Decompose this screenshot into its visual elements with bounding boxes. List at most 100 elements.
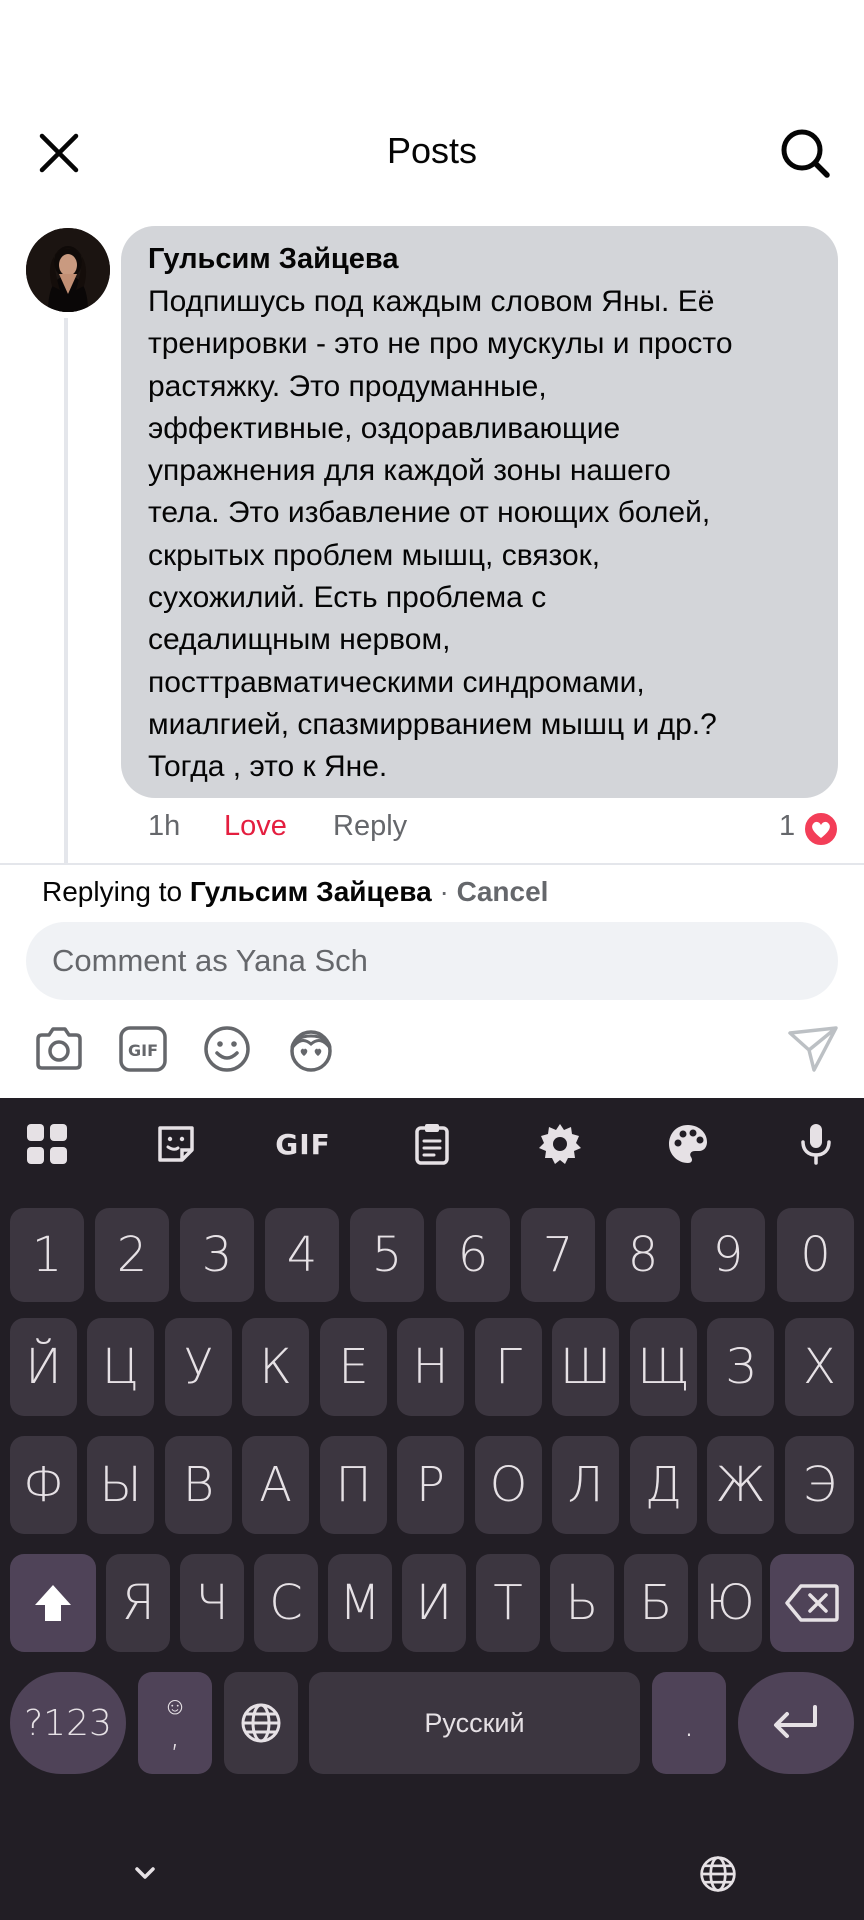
comment-input[interactable] <box>26 922 838 1000</box>
comment-line: эффективные, оздоравливающие <box>148 411 621 445</box>
key-letter[interactable]: К <box>242 1318 309 1416</box>
replying-name: Гульсим Зайцева <box>189 876 432 907</box>
key-letter[interactable]: Щ <box>630 1318 697 1416</box>
key-letter[interactable]: Р <box>397 1436 464 1534</box>
keyboard: GIF 1 2 3 4 5 6 7 8 9 0 Й Ц У К Е Н Г Ш … <box>0 1098 864 1920</box>
clipboard-icon[interactable] <box>408 1120 456 1168</box>
key-letter[interactable]: А <box>242 1436 309 1534</box>
key-0[interactable]: 0 <box>777 1208 854 1302</box>
symbols-key[interactable]: ?123 <box>10 1672 126 1774</box>
key-9[interactable]: 9 <box>691 1208 765 1302</box>
palette-icon[interactable] <box>664 1120 712 1168</box>
key-4[interactable]: 4 <box>265 1208 339 1302</box>
replying-to-bar: Replying to Гульсим Зайцева · Cancel <box>42 876 548 908</box>
reaction-count[interactable]: 1 <box>779 810 795 843</box>
comment-line: сухожилий. Есть проблема с <box>148 581 547 615</box>
key-letter[interactable]: Т <box>476 1554 540 1652</box>
key-5[interactable]: 5 <box>350 1208 424 1302</box>
key-letter[interactable]: Д <box>630 1436 697 1534</box>
key-2[interactable]: 2 <box>95 1208 169 1302</box>
key-1[interactable]: 1 <box>10 1208 84 1302</box>
shift-key[interactable] <box>10 1554 96 1652</box>
key-letter[interactable]: Л <box>552 1436 619 1534</box>
emoji-comma-key[interactable]: ☺ , <box>138 1672 212 1774</box>
key-8[interactable]: 8 <box>606 1208 680 1302</box>
page-title: Posts <box>386 130 478 171</box>
key-letter[interactable]: Г <box>475 1318 542 1416</box>
comment-line: тренировки - это не про мускулы и просто <box>148 327 733 361</box>
key-7[interactable]: 7 <box>521 1208 595 1302</box>
key-letter[interactable]: Ы <box>87 1436 154 1534</box>
avatar[interactable] <box>26 228 110 312</box>
cancel-reply-button[interactable]: Cancel <box>457 876 549 907</box>
key-letter[interactable]: Й <box>10 1318 77 1416</box>
key-letter[interactable]: Ю <box>698 1554 762 1652</box>
avatar-sticker-icon[interactable] <box>284 1022 338 1076</box>
key-letter[interactable]: Ц <box>87 1318 154 1416</box>
comment-line: миалгией, спазмиррванием мышц и др.? <box>148 707 717 741</box>
comment-timestamp[interactable]: 1h <box>148 810 180 843</box>
key-letter[interactable]: Я <box>106 1554 170 1652</box>
composer-toolbar: GIF <box>0 1022 864 1076</box>
key-letter[interactable]: Ж <box>707 1436 774 1534</box>
key-letter[interactable]: Б <box>624 1554 688 1652</box>
key-letter[interactable]: Х <box>785 1318 854 1416</box>
sticker-icon[interactable] <box>152 1120 200 1168</box>
globe-icon <box>241 1703 281 1743</box>
microphone-icon[interactable] <box>792 1120 840 1168</box>
gif-icon[interactable]: GIF <box>116 1022 170 1076</box>
key-letter[interactable]: М <box>328 1554 392 1652</box>
shift-icon <box>35 1585 71 1621</box>
key-3[interactable]: 3 <box>180 1208 254 1302</box>
key-letter[interactable]: Ф <box>10 1436 77 1534</box>
camera-icon[interactable] <box>32 1022 86 1076</box>
comment-bubble: Гульсим Зайцева Подпишусь под каждым сло… <box>121 226 838 798</box>
keyboard-nav-bar <box>0 1846 864 1900</box>
key-letter[interactable]: И <box>402 1554 466 1652</box>
comment-line: седалищным нервом, <box>148 623 451 657</box>
comma-label: , <box>169 1715 181 1755</box>
divider <box>0 863 864 865</box>
key-letter[interactable]: У <box>165 1318 232 1416</box>
keyboard-toolbar: GIF <box>0 1098 864 1188</box>
top-bar: Posts <box>0 110 864 194</box>
backspace-key[interactable] <box>770 1554 854 1652</box>
key-letter[interactable]: Ш <box>552 1318 619 1416</box>
reply-button[interactable]: Reply <box>333 810 407 843</box>
key-letter[interactable]: В <box>165 1436 232 1534</box>
chevron-down-icon[interactable] <box>130 1858 160 1888</box>
settings-gear-icon[interactable] <box>536 1120 584 1168</box>
key-6[interactable]: 6 <box>436 1208 510 1302</box>
send-icon[interactable] <box>786 1022 840 1076</box>
key-letter[interactable]: П <box>320 1436 387 1534</box>
key-letter[interactable]: О <box>475 1436 542 1534</box>
love-button[interactable]: Love <box>224 810 287 843</box>
emoji-icon[interactable] <box>200 1022 254 1076</box>
key-letter[interactable]: З <box>707 1318 774 1416</box>
comment-text: Подпишусь под каждым словом Яны. Её трен… <box>148 281 812 789</box>
comment-line: Тогда , это к Яне. <box>148 750 388 784</box>
key-letter[interactable]: Э <box>785 1436 854 1534</box>
thread-line <box>64 318 68 863</box>
language-key[interactable] <box>224 1672 298 1774</box>
replying-separator: · <box>439 876 449 907</box>
enter-key[interactable] <box>738 1672 854 1774</box>
comment-line: тела. Это избавление от ноющих болей, <box>148 496 711 530</box>
key-letter[interactable]: Н <box>397 1318 464 1416</box>
comment-line: упражнения для каждой зоны нашего <box>148 454 671 488</box>
apps-grid-icon[interactable] <box>23 1120 71 1168</box>
enter-icon <box>774 1705 817 1738</box>
comment-line: Подпишусь под каждым словом Яны. Её <box>148 285 715 318</box>
heart-reaction-icon[interactable] <box>802 810 840 848</box>
key-letter[interactable]: Ь <box>550 1554 614 1652</box>
key-letter[interactable]: Е <box>320 1318 387 1416</box>
period-key[interactable]: . <box>652 1672 726 1774</box>
key-letter[interactable]: С <box>254 1554 318 1652</box>
search-icon[interactable] <box>778 126 832 180</box>
space-key[interactable]: Русский <box>309 1672 640 1774</box>
comment-author[interactable]: Гульсим Зайцева <box>148 241 812 277</box>
keyboard-gif-button[interactable]: GIF <box>275 1120 331 1168</box>
replying-prefix: Replying to <box>42 876 183 907</box>
globe-icon[interactable] <box>698 1854 738 1894</box>
key-letter[interactable]: Ч <box>180 1554 244 1652</box>
